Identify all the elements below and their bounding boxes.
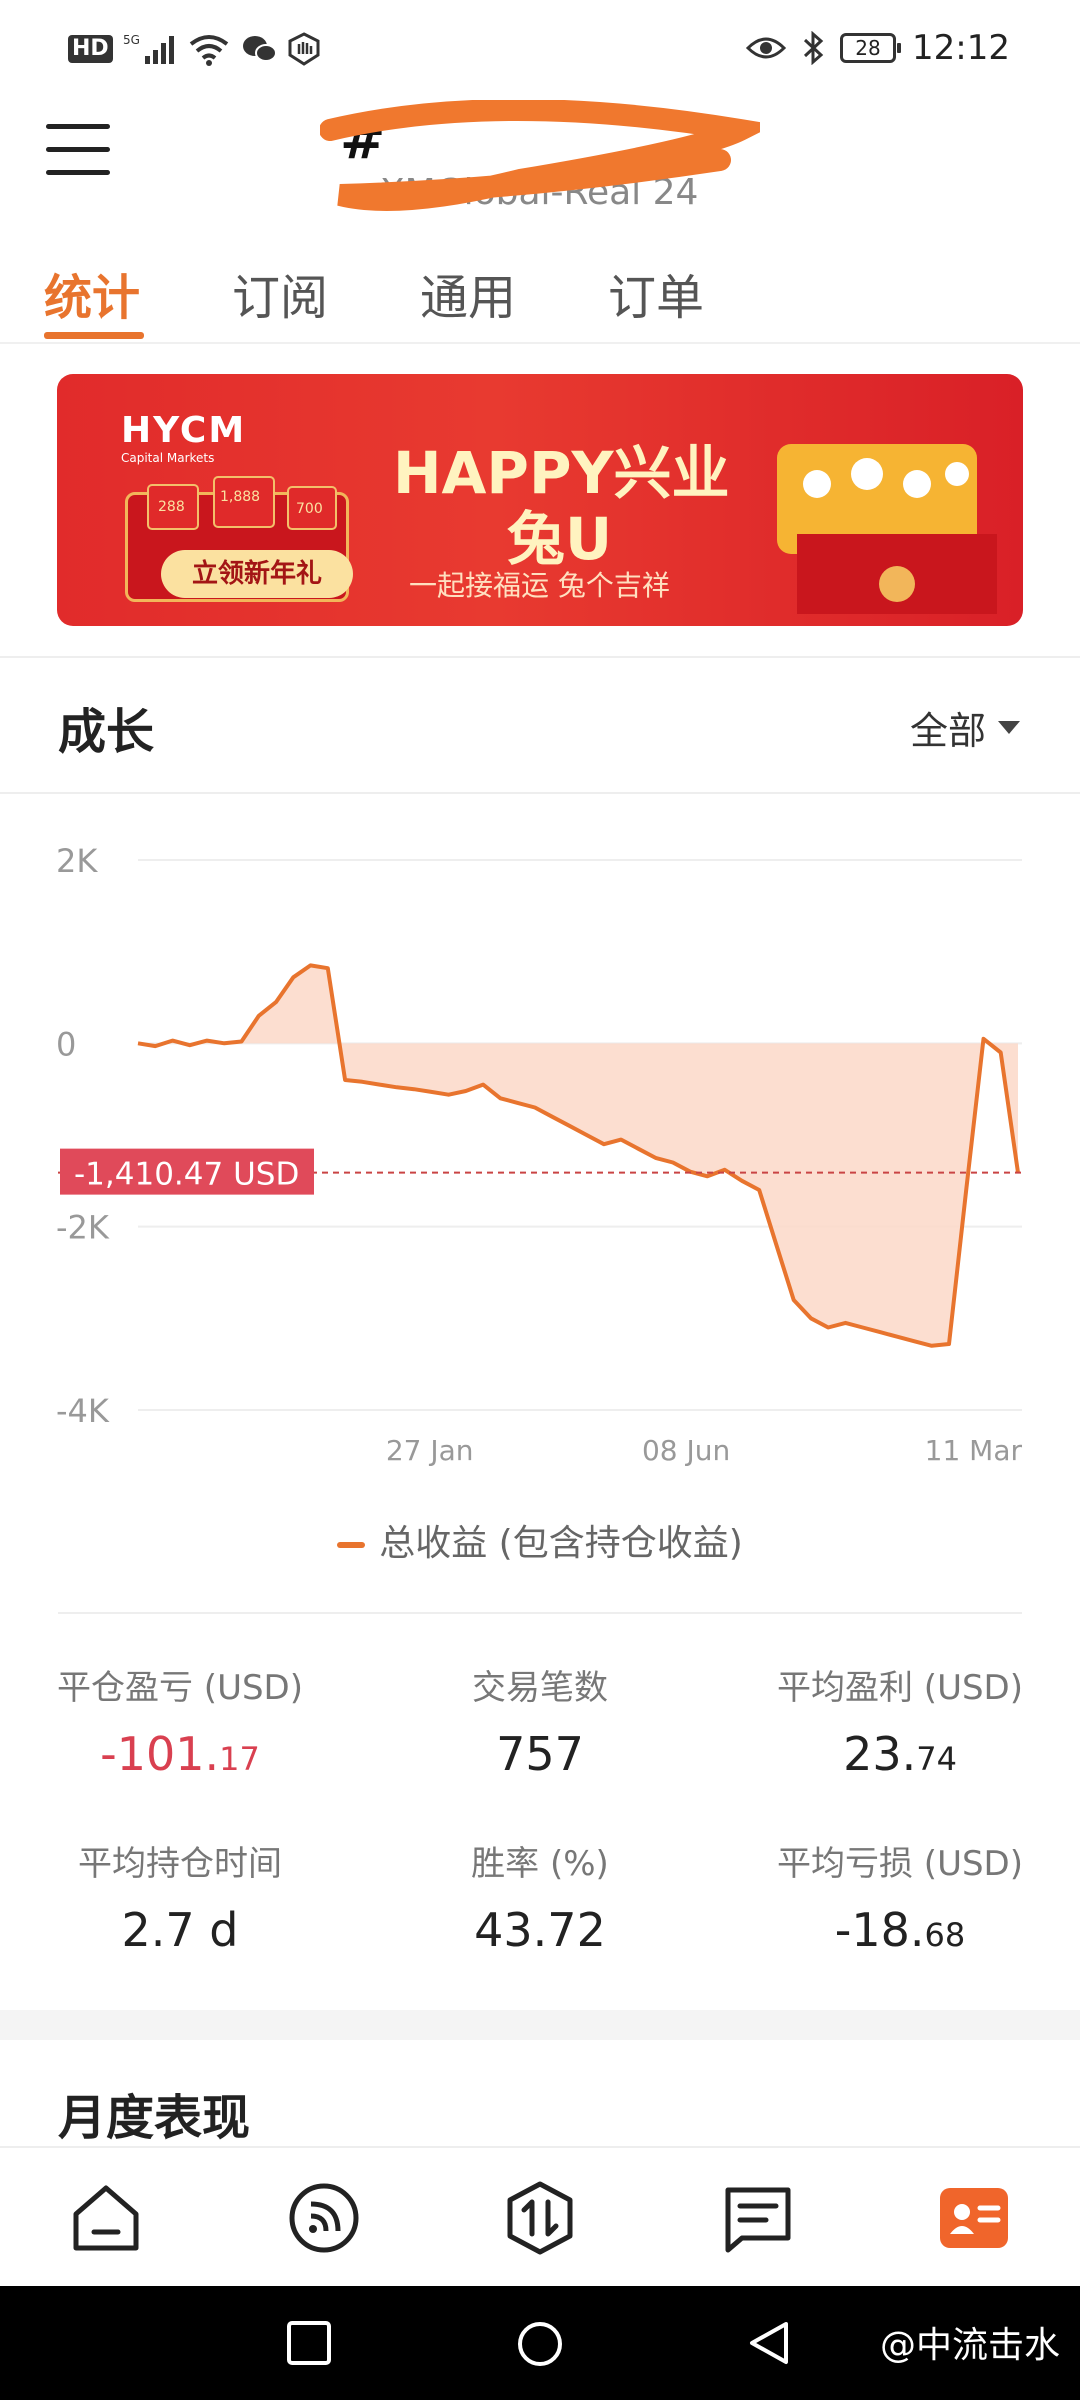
chevron-down-icon (998, 721, 1020, 734)
hand-icon (288, 32, 320, 66)
legend-label: 总收益 (包含持仓收益) (379, 1523, 743, 1564)
range-dropdown[interactable]: 全部 (910, 700, 1020, 755)
wifi-icon (189, 35, 228, 66)
stat-value: 23.74 (843, 1727, 957, 1781)
status-left: HD 5G (68, 32, 321, 66)
banner-slogan: 一起接福运 兔个吉祥 (409, 569, 670, 602)
tab-subscribe[interactable]: 订阅 (232, 258, 328, 328)
wechat-icon (242, 36, 277, 62)
banner-logo: HYCM Capital Markets (121, 410, 247, 465)
range-label: 全部 (909, 709, 986, 753)
stat-value: 2.7 d (121, 1903, 239, 1957)
cellular-signal-icon: 5G (123, 33, 174, 64)
current-value-label: -1,410.47 USD (74, 1157, 299, 1193)
stat-label: 平均持仓时间 (78, 1844, 282, 1884)
stat-value: 43.72 (474, 1903, 606, 1957)
stat-trade-count: 交易笔数 757 (360, 1660, 720, 1781)
tab-orders[interactable]: 订单 (608, 258, 704, 328)
divider (58, 1612, 1022, 1614)
hd-badge: HD (68, 35, 113, 63)
bottom-nav (0, 2146, 1080, 2286)
growth-chart-svg: 2K 0 -2K -4K -1,410.47 USD 27 Jan 08 Jun 11 Mar (56, 842, 1023, 1467)
bluetooth-icon (803, 31, 824, 65)
home-icon[interactable] (68, 2180, 144, 2256)
claim-gift-button[interactable]: 立领新年礼 (161, 550, 353, 598)
y-tick-label: 2K (56, 842, 98, 880)
system-nav-bar: @中流击水 (0, 2286, 1080, 2400)
packet-amount-2: 1,888 (220, 489, 260, 505)
stat-label: 交易笔数 (472, 1668, 608, 1708)
promo-banner[interactable]: HYCM Capital Markets 288 1,888 700 立领新年礼… (57, 374, 1023, 626)
stat-win-rate: 胜率 (%) 43.72 (360, 1836, 720, 1957)
chart-legend[interactable]: 总收益 (包含持仓收益) (0, 1514, 1080, 1566)
packet-amount-1: 288 (158, 499, 185, 515)
growth-chart: 2K 0 -2K -4K -1,410.47 USD 27 Jan 08 Jun 11 Mar (0, 820, 1080, 1500)
back-icon[interactable] (746, 2320, 792, 2366)
rabbit-illustration (777, 444, 997, 614)
legend-swatch (337, 1542, 366, 1548)
stat-avg-loss: 平均亏损 (USD) -18.68 (720, 1836, 1080, 1957)
home-button-icon[interactable] (516, 2320, 564, 2368)
stat-closed-pnl: 平仓盈亏 (USD) -101.17 (0, 1660, 360, 1781)
redaction-scribble (320, 100, 760, 211)
stat-value: -101.17 (100, 1727, 260, 1781)
menu-icon[interactable] (46, 124, 110, 184)
divider (0, 656, 1080, 658)
status-right: 28 12:12 (746, 28, 1010, 68)
packet-amount-3: 700 (296, 501, 323, 517)
monthly-performance-title: 月度表现 (58, 2090, 251, 2146)
stat-value: 757 (496, 1727, 584, 1781)
section-gap (0, 2010, 1080, 2040)
clock: 12:12 (912, 28, 1010, 68)
stat-value: -18.68 (834, 1903, 966, 1957)
status-bar: HD 5G 28 12:12 (0, 0, 1080, 100)
trade-icon[interactable] (502, 2180, 578, 2256)
y-tick-label: -2K (56, 1209, 110, 1247)
active-tab-indicator (44, 332, 144, 339)
growth-title: 成长 (58, 704, 155, 760)
feed-icon[interactable] (286, 2180, 362, 2256)
svg-text:5G: 5G (123, 33, 140, 47)
battery-indicator: 28 (840, 33, 902, 63)
y-tick-label: -4K (56, 1392, 110, 1430)
watermark: @中流击水 (879, 2325, 1060, 2366)
profile-card-icon[interactable] (936, 2180, 1012, 2256)
divider (0, 792, 1080, 794)
stat-label: 胜率 (%) (471, 1844, 609, 1884)
messages-icon[interactable] (720, 2180, 796, 2256)
eye-icon (746, 37, 787, 59)
stat-label: 平均亏损 (USD) (777, 1844, 1023, 1884)
recent-apps-icon[interactable] (286, 2320, 332, 2366)
tab-general[interactable]: 通用 (420, 258, 516, 328)
stat-avg-profit: 平均盈利 (USD) 23.74 (720, 1660, 1080, 1781)
x-tick-label: 08 Jun (642, 1434, 730, 1467)
x-tick-label: 11 Mar (925, 1434, 1023, 1467)
stat-label: 平均盈利 (USD) (777, 1668, 1023, 1708)
y-tick-label: 0 (56, 1025, 76, 1063)
tab-stats[interactable]: 统计 (44, 258, 140, 328)
stat-label: 平仓盈亏 (USD) (57, 1668, 303, 1708)
tab-bar: 统计 订阅 通用 订单 (0, 240, 1080, 344)
x-tick-label: 27 Jan (386, 1434, 474, 1467)
account-header: # XMGlobal-Real 24 (0, 100, 1080, 230)
stat-avg-holding-time: 平均持仓时间 2.7 d (0, 1836, 360, 1957)
